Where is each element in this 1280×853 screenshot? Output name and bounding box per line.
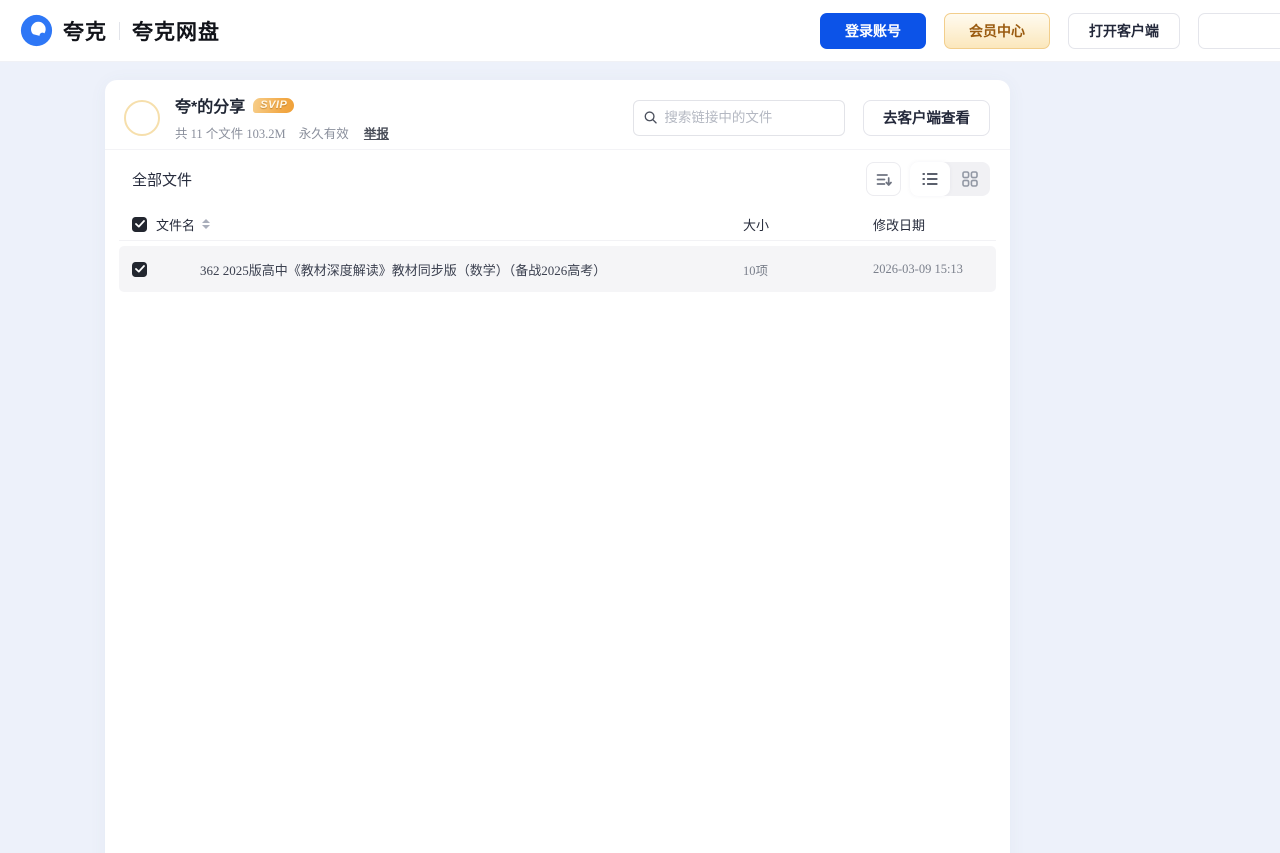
column-header-modified[interactable]: 修改日期 bbox=[873, 215, 983, 234]
sort-arrows-icon bbox=[202, 219, 210, 229]
share-owner-block: 夸*的分享 SVIP 共 11 个文件 103.2M 永久有效 举报 bbox=[124, 93, 389, 142]
file-name[interactable]: 362 2025版高中《教材深度解读》教材同步版（数学）（备战2026高考） bbox=[156, 260, 743, 279]
report-link[interactable]: 举报 bbox=[364, 127, 389, 141]
login-button[interactable]: 登录账号 bbox=[820, 13, 926, 49]
list-view-button[interactable] bbox=[910, 162, 950, 196]
search-input[interactable] bbox=[664, 110, 834, 125]
share-files-summary: 共 11 个文件 103.2M bbox=[175, 127, 286, 141]
quark-logo-icon bbox=[20, 14, 53, 47]
grid-view-button[interactable] bbox=[950, 162, 990, 196]
share-card: 夸*的分享 SVIP 共 11 个文件 103.2M 永久有效 举报 bbox=[105, 80, 1010, 853]
brand-logo-group[interactable]: 夸克 夸克网盘 bbox=[20, 14, 220, 47]
share-owner-name: 夸*的分享 bbox=[175, 93, 245, 117]
sort-order-button[interactable] bbox=[866, 162, 901, 196]
brand-divider bbox=[119, 22, 120, 40]
search-box[interactable] bbox=[633, 100, 845, 136]
file-row[interactable]: 362 2025版高中《教材深度解读》教材同步版（数学）（备战2026高考） 1… bbox=[119, 246, 996, 292]
view-controls bbox=[866, 162, 990, 196]
header-actions: 登录账号 会员中心 打开客户端 bbox=[820, 13, 1280, 49]
extra-header-button[interactable] bbox=[1198, 13, 1280, 49]
view-mode-toggle bbox=[910, 162, 990, 196]
vip-center-button[interactable]: 会员中心 bbox=[944, 13, 1050, 49]
brand-name: 夸克 bbox=[63, 16, 107, 46]
file-modified-date: 2026-03-09 15:13 bbox=[873, 262, 983, 277]
top-navigation-bar: 夸克 夸克网盘 登录账号 会员中心 打开客户端 bbox=[0, 0, 1280, 62]
file-table-header: 文件名 大小 修改日期 bbox=[119, 208, 996, 241]
share-validity: 永久有效 bbox=[299, 127, 349, 141]
product-name: 夸克网盘 bbox=[132, 16, 220, 46]
list-view-icon bbox=[922, 172, 938, 186]
share-meta: 共 11 个文件 103.2M 永久有效 举报 bbox=[175, 123, 389, 142]
svip-badge: SVIP bbox=[253, 98, 294, 113]
view-in-client-button[interactable]: 去客户端查看 bbox=[863, 100, 990, 136]
sort-order-icon bbox=[876, 172, 892, 187]
open-client-button[interactable]: 打开客户端 bbox=[1068, 13, 1180, 49]
share-header: 夸*的分享 SVIP 共 11 个文件 103.2M 永久有效 举报 bbox=[105, 80, 1010, 150]
select-all-checkbox[interactable] bbox=[132, 217, 147, 232]
grid-view-icon bbox=[962, 171, 978, 187]
column-header-name[interactable]: 文件名 bbox=[156, 215, 743, 234]
file-section-header: 全部文件 bbox=[105, 150, 1010, 208]
column-header-size[interactable]: 大小 bbox=[743, 215, 873, 234]
page-body: 夸*的分享 SVIP 共 11 个文件 103.2M 永久有效 举报 bbox=[0, 80, 1280, 853]
avatar bbox=[124, 100, 160, 136]
share-toolbar: 去客户端查看 bbox=[633, 100, 990, 136]
section-title: 全部文件 bbox=[132, 169, 192, 190]
row-checkbox[interactable] bbox=[132, 262, 147, 277]
search-icon bbox=[644, 110, 657, 125]
file-size: 10项 bbox=[743, 260, 873, 279]
